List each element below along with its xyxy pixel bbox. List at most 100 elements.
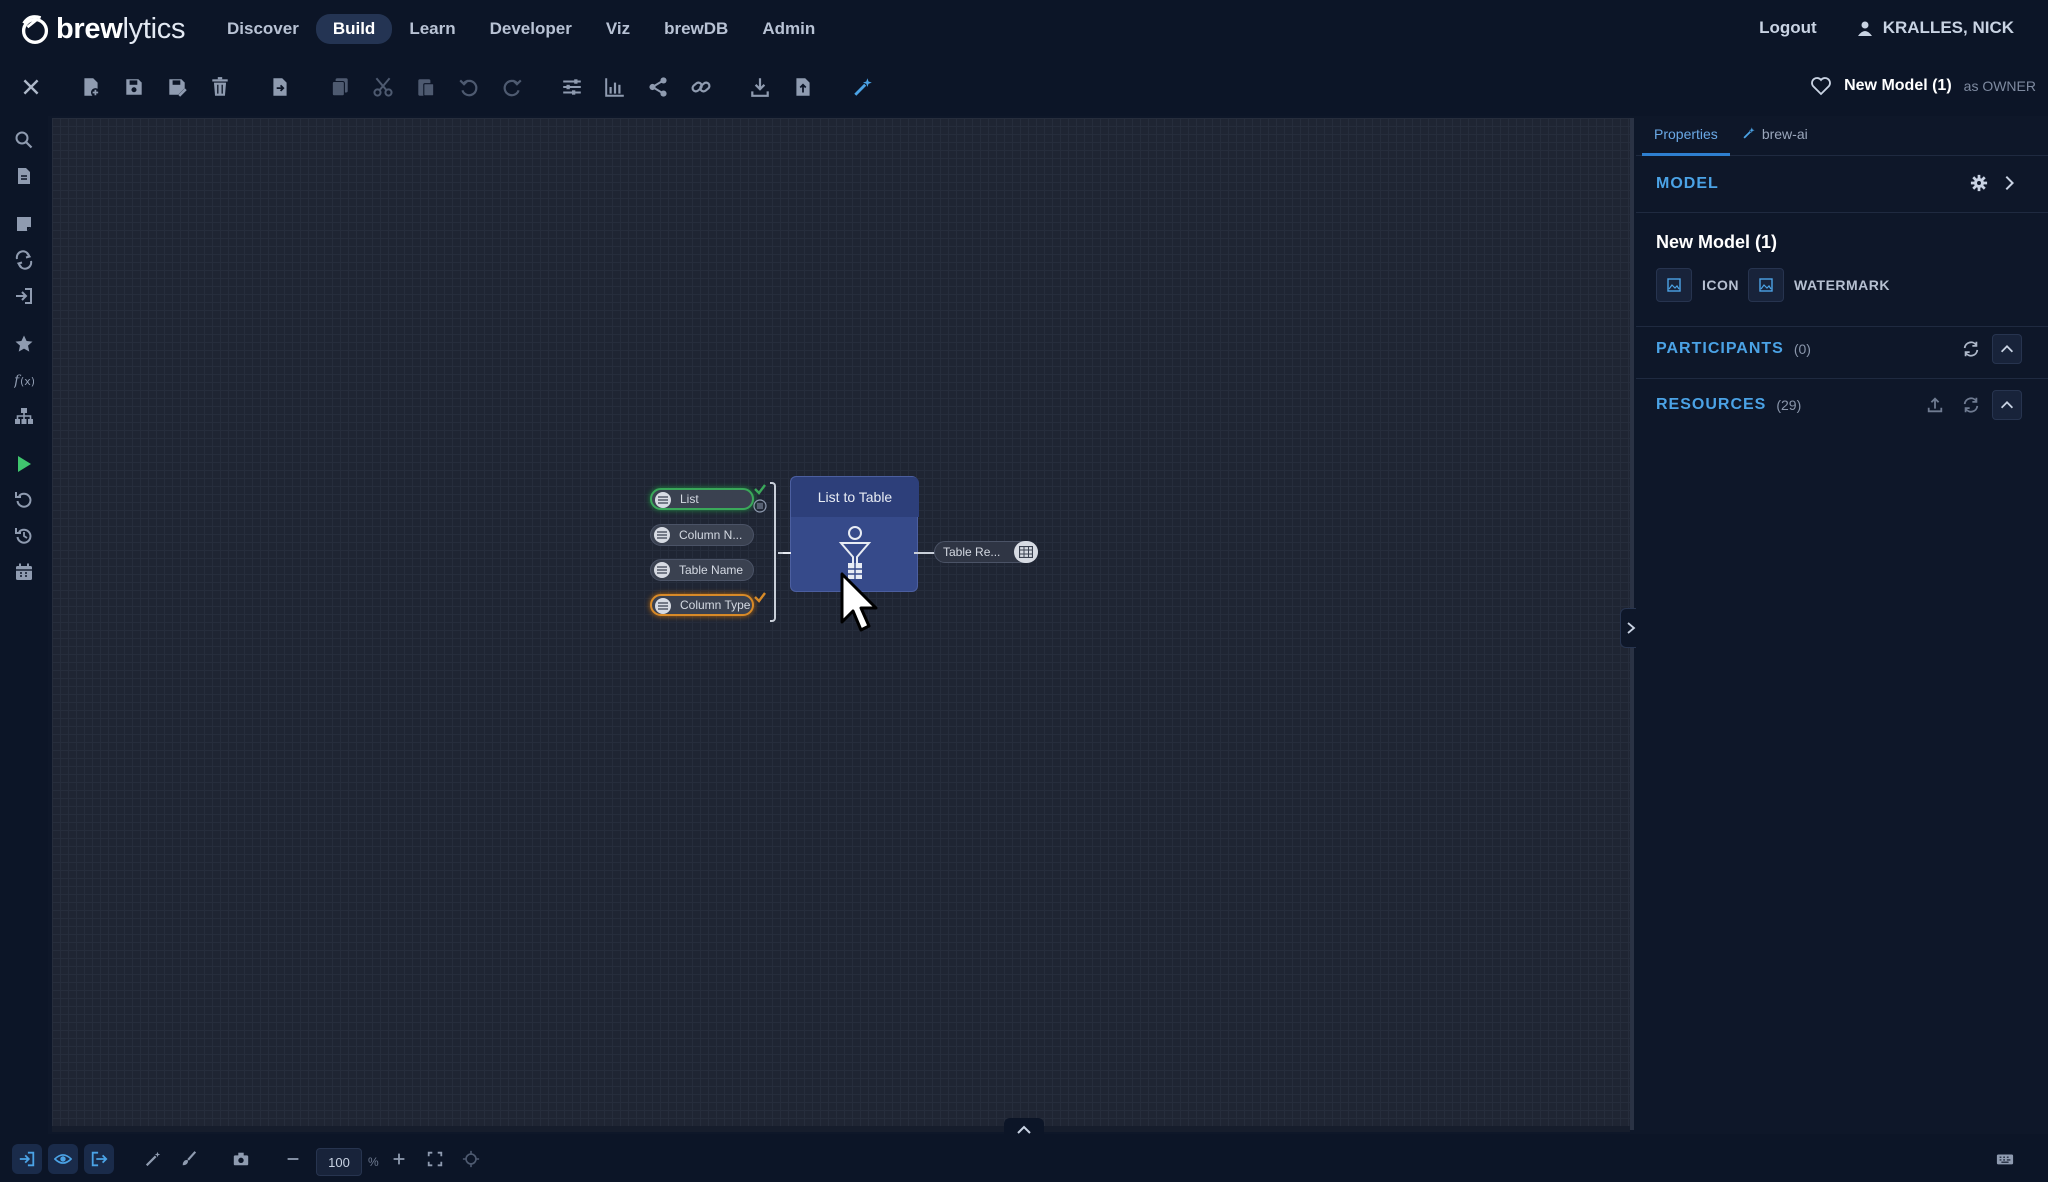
svg-text:(x): (x) bbox=[20, 375, 34, 388]
document-icon[interactable] bbox=[10, 162, 38, 190]
delete-icon[interactable] bbox=[203, 70, 237, 104]
download-icon[interactable] bbox=[743, 70, 777, 104]
input-mode-icon[interactable] bbox=[12, 1144, 42, 1174]
divider bbox=[1636, 378, 2048, 379]
favorite-heart-icon[interactable] bbox=[1810, 76, 1832, 96]
function-icon[interactable]: f (x) bbox=[10, 366, 38, 394]
chevron-right-icon[interactable] bbox=[1994, 168, 2024, 198]
resources-section-header[interactable]: RESOURCES (29) bbox=[1656, 396, 1801, 414]
divider bbox=[1636, 326, 2048, 327]
refresh-icon[interactable] bbox=[1956, 334, 1986, 364]
star-icon[interactable] bbox=[10, 330, 38, 358]
input-dash-icon bbox=[783, 552, 791, 554]
image-placeholder-icon bbox=[1748, 268, 1784, 302]
toolbar-model-role: as OWNER bbox=[1963, 78, 2036, 94]
ai-wand-icon bbox=[1743, 127, 1755, 139]
nav-developer[interactable]: Developer bbox=[473, 14, 589, 44]
input-port-column-names[interactable]: Column N... bbox=[650, 524, 754, 546]
search-icon[interactable] bbox=[10, 126, 38, 154]
link-icon[interactable] bbox=[684, 70, 718, 104]
logout-link[interactable]: Logout bbox=[1759, 18, 1817, 38]
loop-icon[interactable] bbox=[10, 246, 38, 274]
model-name: New Model (1) bbox=[1656, 232, 1778, 252]
undo-icon[interactable] bbox=[452, 70, 486, 104]
icon-image-field[interactable]: ICON bbox=[1656, 268, 1739, 302]
list-type-icon bbox=[655, 598, 671, 614]
new-file-icon[interactable] bbox=[74, 70, 108, 104]
warning-check-icon bbox=[754, 592, 766, 603]
list-type-icon bbox=[654, 527, 670, 543]
input-port-table-name[interactable]: Table Name bbox=[650, 559, 754, 581]
nav-brewdb[interactable]: brewDB bbox=[647, 14, 745, 44]
input-port-column-type[interactable]: Column Type bbox=[650, 594, 754, 616]
play-icon[interactable] bbox=[10, 450, 38, 478]
export-file-icon[interactable] bbox=[786, 70, 820, 104]
gear-icon[interactable] bbox=[1964, 168, 1994, 198]
history-icon[interactable] bbox=[10, 522, 38, 550]
hierarchy-icon[interactable] bbox=[10, 402, 38, 430]
nav-discover[interactable]: Discover bbox=[210, 14, 316, 44]
refresh-icon[interactable] bbox=[1956, 390, 1986, 420]
input-icon[interactable] bbox=[10, 282, 38, 310]
nav-learn[interactable]: Learn bbox=[392, 14, 472, 44]
user-menu[interactable]: KRALLES, NICK bbox=[1857, 18, 2014, 38]
toolbar-model-name: New Model (1) bbox=[1844, 77, 1952, 94]
crosshair-icon[interactable] bbox=[456, 1144, 486, 1174]
canvas-scrollbar[interactable] bbox=[52, 1126, 1630, 1132]
nav-build[interactable]: Build bbox=[315, 14, 393, 44]
fit-screen-icon[interactable] bbox=[420, 1144, 450, 1174]
list-badge-icon bbox=[753, 499, 767, 513]
chart-icon[interactable] bbox=[598, 70, 632, 104]
zoom-in-icon[interactable] bbox=[384, 1144, 414, 1174]
note-icon[interactable] bbox=[10, 210, 38, 238]
close-icon[interactable] bbox=[14, 70, 48, 104]
copy-icon[interactable] bbox=[323, 70, 357, 104]
valid-check-icon bbox=[754, 484, 766, 495]
zoom-out-icon[interactable] bbox=[278, 1144, 308, 1174]
bottom-toolbar bbox=[0, 1134, 2048, 1182]
input-port-label: List bbox=[680, 492, 699, 506]
top-navigation: brewlytics Discover Build Learn Develope… bbox=[0, 0, 2048, 58]
magic-wand-icon[interactable] bbox=[138, 1144, 168, 1174]
nav-viz[interactable]: Viz bbox=[589, 14, 647, 44]
ai-wand-icon[interactable] bbox=[846, 70, 880, 104]
camera-icon[interactable] bbox=[226, 1144, 256, 1174]
input-port-list[interactable]: List bbox=[650, 488, 754, 510]
brush-icon[interactable] bbox=[174, 1144, 204, 1174]
redo-icon[interactable] bbox=[495, 70, 529, 104]
sliders-icon[interactable] bbox=[555, 70, 589, 104]
input-port-label: Column Type bbox=[680, 598, 751, 612]
watermark-image-field[interactable]: WATERMARK bbox=[1748, 268, 1890, 302]
logo-icon bbox=[21, 15, 49, 44]
save-icon[interactable] bbox=[117, 70, 151, 104]
share-icon[interactable] bbox=[641, 70, 675, 104]
eye-icon[interactable] bbox=[48, 1144, 78, 1174]
import-icon[interactable] bbox=[263, 70, 297, 104]
tab-brew-ai[interactable]: brew-ai bbox=[1730, 116, 1820, 156]
input-port-label: Table Name bbox=[679, 563, 744, 577]
nav-admin[interactable]: Admin bbox=[745, 14, 832, 44]
mouse-cursor-icon bbox=[840, 572, 878, 632]
chevron-up-icon[interactable] bbox=[1992, 390, 2022, 420]
save-as-icon[interactable] bbox=[160, 70, 194, 104]
chevron-up-icon[interactable] bbox=[1992, 334, 2022, 364]
node-title: List to Table bbox=[791, 477, 919, 517]
upload-icon[interactable] bbox=[1920, 390, 1950, 420]
image-placeholder-icon bbox=[1656, 268, 1692, 302]
keyboard-icon[interactable] bbox=[1990, 1144, 2020, 1174]
cut-icon[interactable] bbox=[366, 70, 400, 104]
tab-properties[interactable]: Properties bbox=[1642, 116, 1730, 156]
logo-text: brewlytics bbox=[56, 12, 186, 45]
divider bbox=[1636, 212, 2048, 213]
user-icon bbox=[1857, 21, 1872, 36]
reset-icon[interactable] bbox=[10, 486, 38, 514]
participants-section-header[interactable]: PARTICIPANTS (0) bbox=[1656, 340, 1811, 358]
user-name: KRALLES, NICK bbox=[1882, 18, 2014, 37]
output-port-label: Table Re... bbox=[943, 545, 1001, 559]
text-type-icon bbox=[654, 562, 670, 578]
brewlytics-logo[interactable]: brewlytics bbox=[16, 10, 185, 48]
paste-icon[interactable] bbox=[409, 70, 443, 104]
calendar-icon[interactable] bbox=[10, 558, 38, 586]
output-mode-icon[interactable] bbox=[84, 1144, 114, 1174]
zoom-level-input[interactable] bbox=[316, 1148, 362, 1176]
